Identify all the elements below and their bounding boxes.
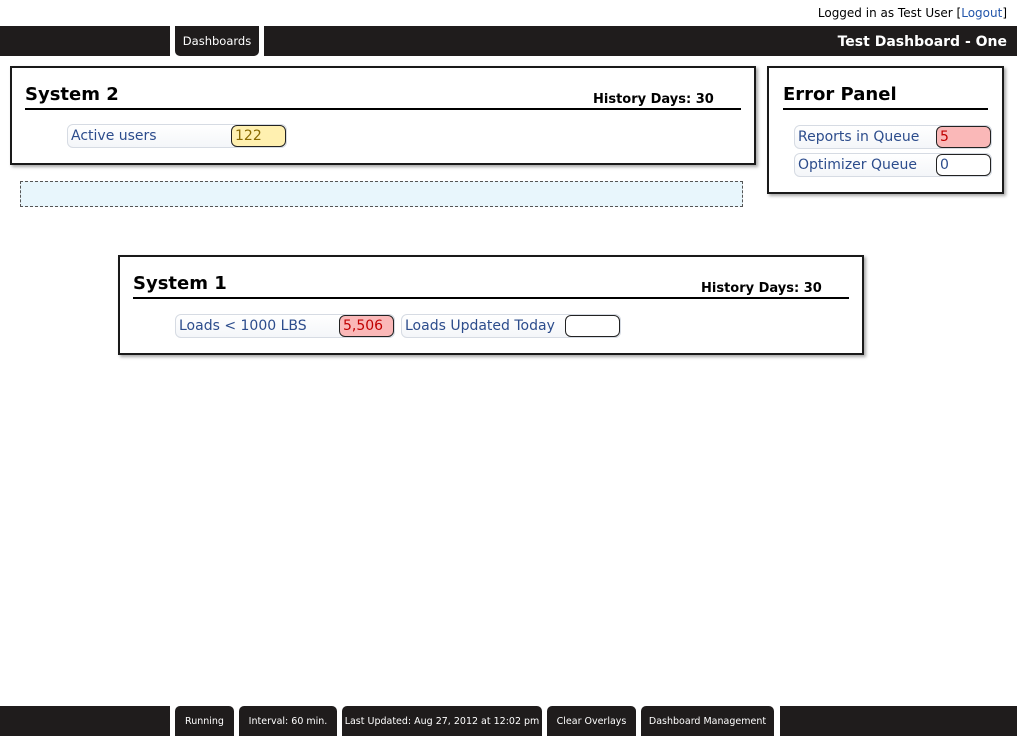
- last-updated-button[interactable]: Last Updated: Aug 27, 2012 at 12:02 pm: [342, 706, 542, 736]
- history-days: History Days: 30: [593, 92, 714, 107]
- metric-value[interactable]: 5: [936, 126, 991, 148]
- error-panel: Error Panel Reports in Queue 5 Optimizer…: [767, 66, 1004, 194]
- bottom-bar: Running Interval: 60 min. Last Updated: …: [0, 706, 1017, 736]
- dashboard-title: Test Dashboard - One: [837, 34, 1007, 50]
- system2-panel: System 2 History Days: 30 Active users 1…: [10, 66, 756, 165]
- interval-button[interactable]: Interval: 60 min.: [239, 706, 337, 736]
- panel-title: Error Panel: [783, 84, 897, 105]
- running-button[interactable]: Running: [175, 706, 234, 736]
- divider: [133, 297, 849, 299]
- metric-loads-under-1000[interactable]: Loads < 1000 LBS 5,506: [175, 314, 395, 338]
- metric-reports-in-queue[interactable]: Reports in Queue 5: [794, 125, 992, 149]
- metric-value[interactable]: 122: [231, 125, 286, 147]
- logout-link[interactable]: Logout: [961, 6, 1002, 20]
- metric-optimizer-queue[interactable]: Optimizer Queue 0: [794, 153, 992, 177]
- login-text: Logged in as Test User [: [817, 6, 962, 20]
- metric-label: Loads < 1000 LBS: [179, 318, 307, 334]
- dashboards-tab[interactable]: Dashboards: [175, 26, 259, 56]
- dashboard-management-button[interactable]: Dashboard Management: [641, 706, 774, 736]
- divider: [25, 108, 741, 110]
- metric-label: Optimizer Queue: [798, 157, 917, 173]
- history-days: History Days: 30: [701, 281, 822, 296]
- metric-label: Loads Updated Today: [405, 318, 555, 334]
- metric-loads-updated-today[interactable]: Loads Updated Today: [401, 314, 621, 338]
- clear-overlays-button[interactable]: Clear Overlays: [547, 706, 636, 736]
- metric-value[interactable]: [565, 315, 620, 337]
- top-bar: Dashboards Test Dashboard - One: [0, 26, 1017, 56]
- panel-title: System 2: [25, 84, 119, 105]
- metric-active-users[interactable]: Active users 122: [67, 124, 287, 148]
- panel-drop-zone[interactable]: [20, 181, 743, 207]
- divider: [783, 108, 988, 110]
- metric-value[interactable]: 5,506: [339, 315, 394, 337]
- login-suffix: ]: [1002, 6, 1007, 20]
- system1-panel: System 1 History Days: 30 Loads < 1000 L…: [118, 255, 864, 355]
- metric-value[interactable]: 0: [936, 154, 991, 176]
- login-status: Logged in as Test User [Logout]: [818, 6, 1007, 20]
- metric-label: Reports in Queue: [798, 129, 920, 145]
- metric-label: Active users: [71, 128, 157, 144]
- panel-title: System 1: [133, 273, 227, 294]
